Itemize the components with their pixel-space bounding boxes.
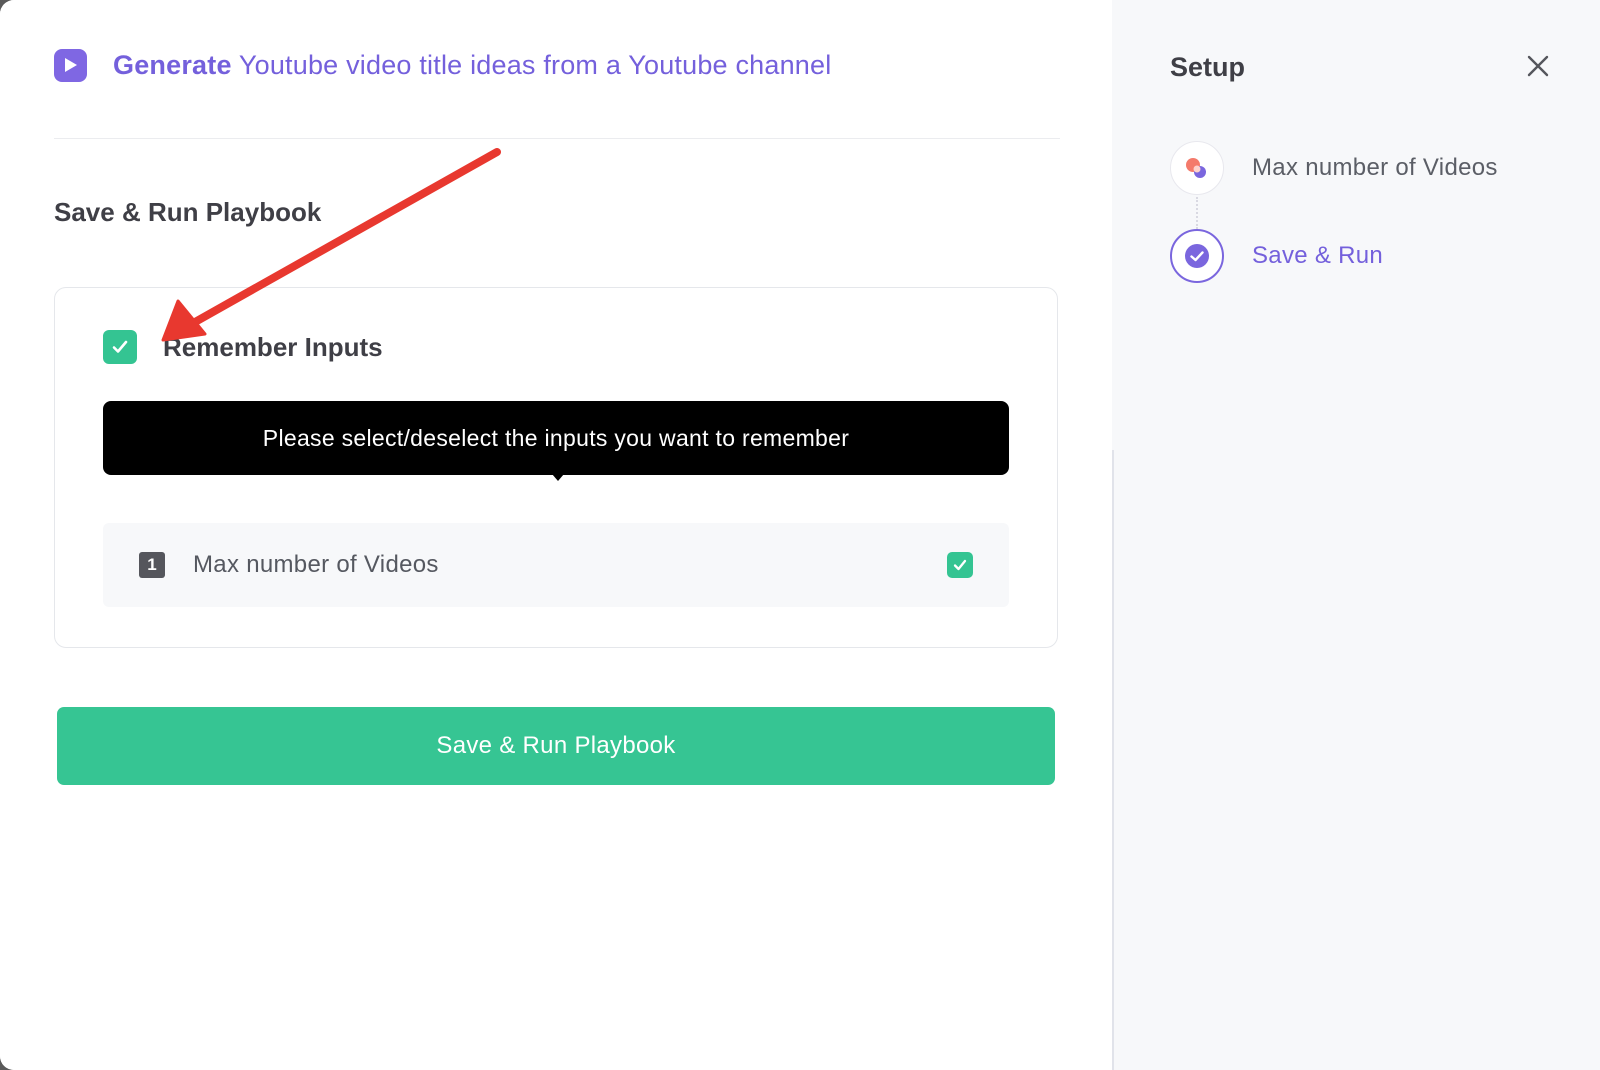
shapes-icon <box>1170 141 1224 195</box>
header-divider <box>54 138 1060 139</box>
input-number-badge: 1 <box>139 552 165 578</box>
remember-inputs-card: Remember Inputs Please select/deselect t… <box>54 287 1058 648</box>
step-save-run[interactable]: Save & Run <box>1170 229 1383 283</box>
step-max-videos[interactable]: Max number of Videos <box>1170 141 1498 195</box>
playbook-title-verb: Generate <box>113 49 232 80</box>
step-connector <box>1196 197 1198 229</box>
save-and-run-button[interactable]: Save & Run Playbook <box>57 707 1055 785</box>
remember-inputs-checkbox[interactable] <box>103 330 137 364</box>
step-label-save-run: Save & Run <box>1252 242 1384 269</box>
input-item-checkbox[interactable] <box>947 552 973 578</box>
setup-sidebar: Setup Max number of Videos Save & Run <box>1112 0 1600 1070</box>
playbook-title: Generate Youtube video title ideas from … <box>113 50 831 81</box>
remember-inputs-row: Remember Inputs <box>103 330 383 364</box>
main-panel: Generate Youtube video title ideas from … <box>0 0 1112 1070</box>
sidebar-title: Setup <box>1170 52 1246 82</box>
step-label-max-videos: Max number of Videos <box>1252 154 1498 181</box>
input-item-label: Max number of Videos <box>193 551 439 578</box>
close-icon[interactable] <box>1524 52 1552 80</box>
remember-input-item[interactable]: 1 Max number of Videos <box>103 523 1009 607</box>
tooltip-pointer <box>552 474 564 481</box>
remember-inputs-label: Remember Inputs <box>163 331 383 362</box>
play-icon <box>54 48 87 82</box>
playbook-header: Generate Youtube video title ideas from … <box>54 48 831 82</box>
check-circle-icon <box>1170 229 1224 283</box>
playbook-title-rest: Youtube video title ideas from a Youtube… <box>231 49 832 80</box>
remember-tooltip: Please select/deselect the inputs you wa… <box>103 401 1009 475</box>
sidebar-border <box>1112 450 1114 1070</box>
section-title: Save & Run Playbook <box>54 197 322 227</box>
app-window: Generate Youtube video title ideas from … <box>0 0 1600 1070</box>
